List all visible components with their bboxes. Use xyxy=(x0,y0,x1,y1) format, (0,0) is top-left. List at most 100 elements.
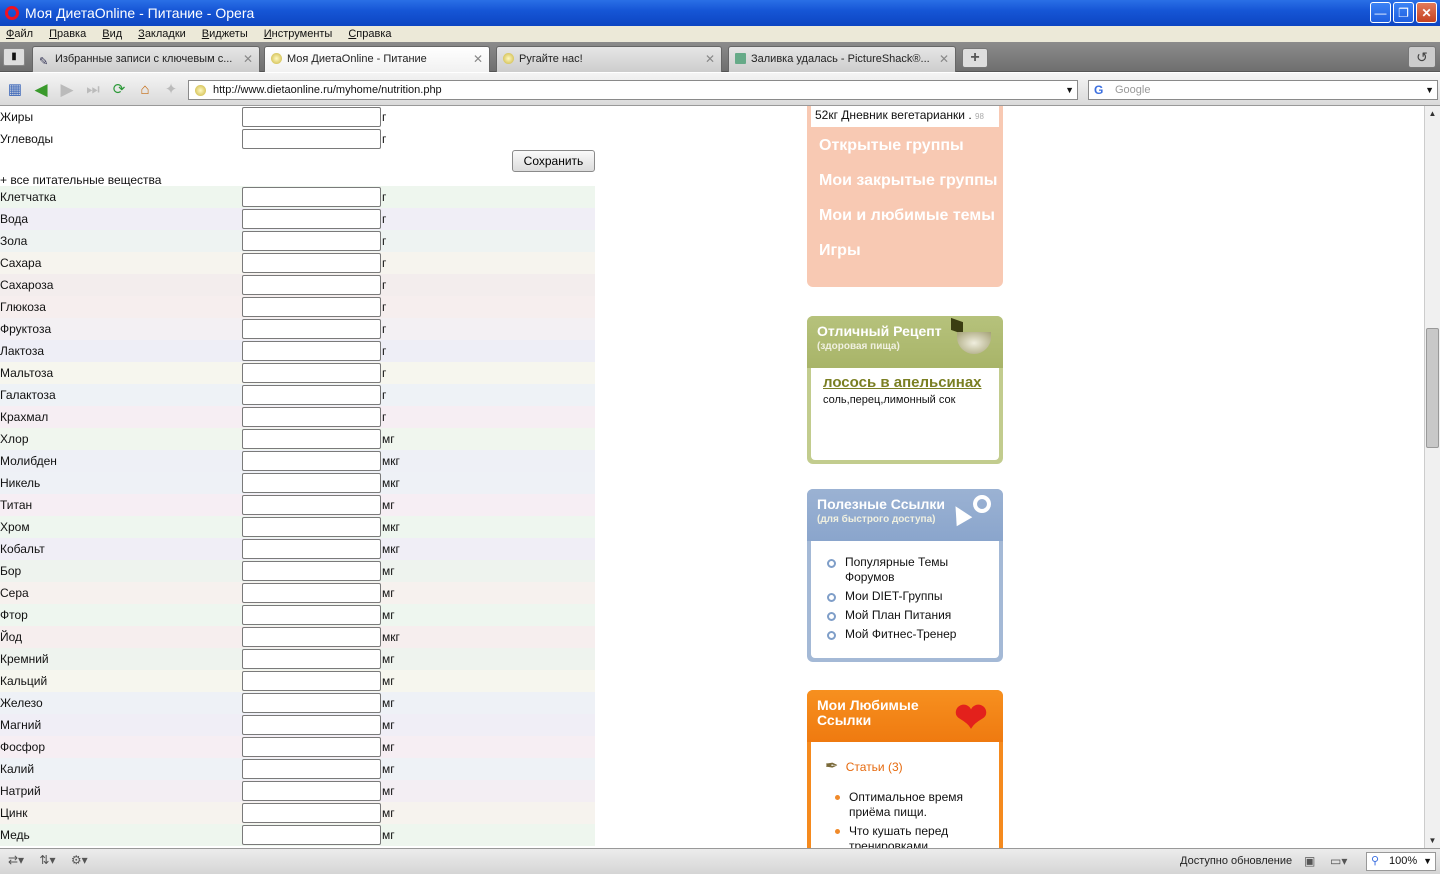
nutrient-label: Молибден xyxy=(0,454,57,468)
nutrient-input[interactable] xyxy=(242,495,381,515)
menu-bookmarks[interactable]: Закладки xyxy=(138,28,186,40)
nutrient-input[interactable] xyxy=(242,649,381,669)
reload-icon[interactable]: ⟳ xyxy=(110,81,128,99)
update-available-text[interactable]: Доступно обновление xyxy=(1180,855,1292,867)
menu-tools[interactable]: Инструменты xyxy=(264,28,333,40)
diary-entry[interactable]: 52кг Дневник вегетарианки . 98 xyxy=(811,106,999,127)
tab-favorites[interactable]: ✎ Избранные записи с ключевым с... ✕ xyxy=(32,46,260,72)
vertical-scrollbar[interactable]: ▲ ▼ xyxy=(1424,106,1440,848)
nutrient-input[interactable] xyxy=(242,539,381,559)
panel-toggle-button[interactable]: ▮ xyxy=(3,48,25,66)
nutrient-label: Калий xyxy=(0,762,35,776)
restore-button[interactable]: ❐ xyxy=(1393,2,1414,23)
nutrient-input[interactable] xyxy=(242,385,381,405)
close-tab-icon[interactable]: ✕ xyxy=(473,47,483,71)
scroll-thumb[interactable] xyxy=(1426,328,1439,448)
nutrient-input[interactable] xyxy=(242,825,381,845)
address-field[interactable]: http://www.dietaonline.ru/myhome/nutriti… xyxy=(188,80,1078,100)
nutrient-input[interactable] xyxy=(242,253,381,273)
nutrient-input[interactable] xyxy=(242,715,381,735)
link-closed-groups[interactable]: Мои закрытые группы xyxy=(819,172,997,190)
menu-view[interactable]: Вид xyxy=(102,28,122,40)
scroll-down-icon[interactable]: ▼ xyxy=(1425,833,1440,848)
useful-link-plan[interactable]: Мой План Питания xyxy=(827,608,989,623)
menu-file[interactable]: Файл xyxy=(6,28,33,40)
nutrient-input[interactable] xyxy=(242,129,381,149)
save-button[interactable]: Сохранить xyxy=(512,150,595,172)
link-games[interactable]: Игры xyxy=(819,242,861,260)
nutrient-input[interactable] xyxy=(242,231,381,251)
close-tab-icon[interactable]: ✕ xyxy=(939,47,949,71)
menu-edit[interactable]: Правка xyxy=(49,28,86,40)
nutrient-input[interactable] xyxy=(242,561,381,581)
forward-arrow-icon[interactable]: ▶ xyxy=(58,81,76,99)
chevron-down-icon[interactable]: ▼ xyxy=(1065,81,1074,99)
articles-link[interactable]: ✒ Статьи (3) xyxy=(825,756,989,776)
nutrient-input[interactable] xyxy=(242,363,381,383)
nutrient-input[interactable] xyxy=(242,275,381,295)
close-window-button[interactable]: ✕ xyxy=(1416,2,1437,23)
nutrient-input[interactable] xyxy=(242,107,381,127)
all-nutrients-toggle[interactable]: + все питательные вещества xyxy=(0,173,161,187)
useful-link-trainer[interactable]: Мой Фитнес-Тренер xyxy=(827,627,989,642)
zoom-control[interactable]: ⚲ 100% ▼ xyxy=(1366,852,1436,871)
minimize-button[interactable]: — xyxy=(1370,2,1391,23)
bookmarks-panel-icon[interactable]: ▦ xyxy=(6,81,24,99)
fast-forward-icon[interactable]: ⏭ xyxy=(84,81,102,99)
favorite-article[interactable]: Что кушать перед тренировками. xyxy=(835,824,989,848)
wand-icon[interactable]: ✦ xyxy=(162,81,180,99)
menu-help[interactable]: Справка xyxy=(348,28,391,40)
nutrient-row: Клетчатка г xyxy=(0,186,595,208)
nutrient-input[interactable] xyxy=(242,671,381,691)
nutrient-input[interactable] xyxy=(242,803,381,823)
nutrient-input[interactable] xyxy=(242,297,381,317)
view-icon[interactable]: ▣ xyxy=(1304,854,1315,868)
chevron-down-icon[interactable]: ▼ xyxy=(1425,81,1434,99)
transfer-icon[interactable]: ⇄▾ xyxy=(8,853,24,867)
home-icon[interactable]: ⌂ xyxy=(136,81,154,99)
new-tab-button[interactable]: + xyxy=(962,48,988,68)
unite-icon[interactable]: ⇅▾ xyxy=(39,853,55,867)
nutrient-input[interactable] xyxy=(242,693,381,713)
nutrient-input[interactable] xyxy=(242,473,381,493)
nutrient-input[interactable] xyxy=(242,737,381,757)
nutrient-input[interactable] xyxy=(242,451,381,471)
useful-link-groups[interactable]: Мои DIET-Группы xyxy=(827,589,989,604)
nutrient-row: Хром мкг xyxy=(0,516,595,538)
turbo-icon[interactable]: ⚙▾ xyxy=(71,853,88,867)
nutrient-input[interactable] xyxy=(242,187,381,207)
search-field[interactable]: G Google ▼ xyxy=(1088,80,1438,100)
nutrient-label: Мальтоза xyxy=(0,366,54,380)
close-tab-icon[interactable]: ✕ xyxy=(705,47,715,71)
nutrient-input[interactable] xyxy=(242,319,381,339)
chevron-down-icon[interactable]: ▼ xyxy=(1423,853,1432,870)
back-arrow-icon[interactable]: ◀ xyxy=(32,81,50,99)
nutrient-input[interactable] xyxy=(242,781,381,801)
nutrient-input[interactable] xyxy=(242,627,381,647)
panel-icon[interactable]: ▭▾ xyxy=(1330,854,1347,868)
useful-link-forums[interactable]: Популярные Темы Форумов xyxy=(827,555,989,585)
nutrient-row: Бор мг xyxy=(0,560,595,582)
nutrient-input[interactable] xyxy=(242,407,381,427)
nutrient-input[interactable] xyxy=(242,517,381,537)
tab-pictureshack[interactable]: Заливка удалась - PictureShack®... ✕ xyxy=(728,46,956,72)
nutrient-unit: г xyxy=(382,410,387,424)
closed-tabs-trash-icon[interactable]: ↺ xyxy=(1408,46,1436,68)
nutrient-input[interactable] xyxy=(242,429,381,449)
favorites-list: Оптимальное время приёма пищи. Что кушат… xyxy=(835,790,989,848)
nutrient-row: Лактоза г xyxy=(0,340,595,362)
tab-feedback[interactable]: Ругайте нас! ✕ xyxy=(496,46,722,72)
link-open-groups[interactable]: Открытые группы xyxy=(819,137,964,155)
nutrient-input[interactable] xyxy=(242,605,381,625)
scroll-up-icon[interactable]: ▲ xyxy=(1425,106,1440,121)
menu-widgets[interactable]: Виджеты xyxy=(202,28,248,40)
nutrient-input[interactable] xyxy=(242,209,381,229)
nutrient-input[interactable] xyxy=(242,583,381,603)
close-tab-icon[interactable]: ✕ xyxy=(243,47,253,71)
link-favorite-topics[interactable]: Мои и любимые темы xyxy=(819,207,995,225)
recipe-link[interactable]: лосось в апельсинах xyxy=(823,374,987,392)
tab-nutrition[interactable]: Моя ДиетаOnline - Питание ✕ xyxy=(264,46,490,72)
nutrient-input[interactable] xyxy=(242,759,381,779)
favorite-article[interactable]: Оптимальное время приёма пищи. xyxy=(835,790,989,820)
nutrient-input[interactable] xyxy=(242,341,381,361)
